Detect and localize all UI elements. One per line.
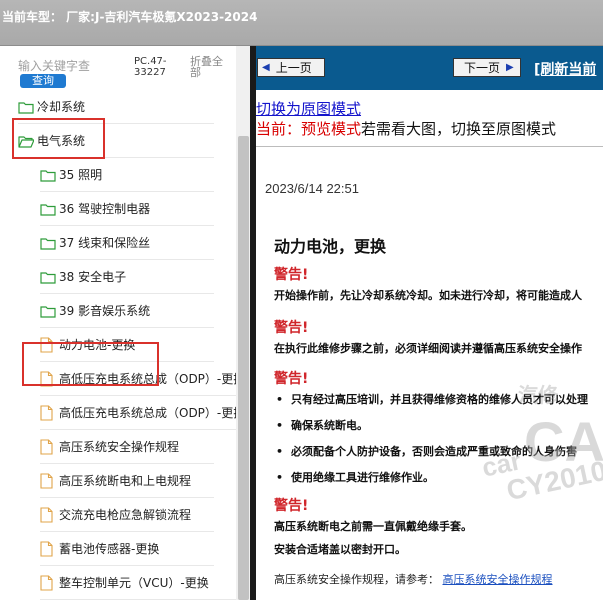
mode-prefix: 当前：	[256, 120, 302, 138]
collapse-all-button[interactable]: 折叠全部	[190, 56, 230, 78]
warning-bullet: 只有经过高压培训，并且获得维修资格的维修人员才可以处理	[276, 391, 588, 407]
warning-text-gloves: 高压系统断电之前需一直佩戴绝缘手套。	[274, 520, 472, 533]
warning-heading: 警告!	[274, 371, 309, 387]
tree-item-label: 高压系统安全操作规程	[59, 440, 180, 454]
query-button[interactable]: 查询	[20, 74, 66, 88]
warning-heading: 警告!	[274, 320, 309, 336]
folder-icon	[40, 237, 56, 250]
tree-item-label: 36 驾驶控制电器	[59, 202, 151, 216]
tree-item-odp-2[interactable]: 高低压充电系统总成（ODP）-更换	[40, 396, 236, 430]
watermark-text: CY2010	[503, 454, 603, 507]
tree-item-label: 高低压充电系统总成（ODP）-更换	[59, 406, 236, 420]
tree-item-label: 39 影音娱乐系统	[59, 304, 151, 318]
folder-icon	[40, 203, 56, 216]
tree-item-label: 蓄电池传感器-更换	[59, 542, 160, 556]
refresh-current-link[interactable]: [刷新当前	[534, 59, 596, 79]
tree-item-electrical[interactable]: 电气系统	[18, 124, 214, 158]
folder-icon	[18, 101, 34, 114]
tree-item-hv-safety[interactable]: 高压系统安全操作规程	[40, 430, 214, 464]
warning-bullet: 确保系统断电。	[276, 417, 368, 433]
switch-original-mode-link[interactable]: 切换为原图模式	[256, 98, 361, 119]
warning-text-caps: 安装合适堵盖以密封开口。	[274, 543, 406, 556]
prev-page-button[interactable]: ◀ 上一页	[257, 58, 325, 77]
arrow-left-icon: ◀	[262, 62, 270, 73]
tree-item-lighting[interactable]: 35 照明	[40, 158, 214, 192]
warning-heading: 警告!	[274, 498, 309, 514]
sidebar: 查询 PC.47-33227 折叠全部 冷却系统 电气系统 35 照明 36 驾…	[0, 46, 250, 600]
mode-status: 当前：预览模式若需看大图，切换至原图模式	[256, 118, 556, 139]
warning-bullet: 使用绝缘工具进行维修作业。	[276, 469, 434, 485]
folder-icon	[40, 169, 56, 182]
directory-tree: 冷却系统 电气系统 35 照明 36 驾驶控制电器 37 线束和保险丝 38 安…	[0, 94, 236, 600]
tree-item-driving-controls[interactable]: 36 驾驶控制电器	[40, 192, 214, 226]
warning-text-hv-procedure: 在执行此维修步骤之前，必须详细阅读并遵循高压系统安全操作	[274, 342, 582, 355]
tree-item-label: 38 安全电子	[59, 270, 127, 284]
tree-item-label: 动力电池-更换	[59, 338, 136, 352]
document-icon	[40, 472, 53, 489]
watermark-text: CA	[524, 410, 603, 473]
tree-item-odp-1[interactable]: 高低压充电系统总成（ODP）-更换	[40, 362, 236, 396]
open-folder-icon	[18, 135, 34, 148]
tree-item-label: 37 线束和保险丝	[59, 236, 151, 250]
current-model-title: 当前车型： 厂家:J-吉利汽车极氪X2023-2024	[2, 10, 258, 24]
hv-safety-procedure-link[interactable]: 高压系统安全操作规程	[443, 573, 553, 586]
tree-item-label: 35 照明	[59, 168, 103, 182]
warning-bullet: 必须配备个人防护设备，否则会造成严重或致命的人身伤害	[276, 443, 577, 459]
reference-prefix: 高压系统安全操作规程，请参考：	[274, 573, 439, 586]
document-title: 动力电池，更换	[274, 237, 387, 256]
sidebar-scrollbar-thumb[interactable]	[238, 136, 249, 600]
page-navigation-bar: ◀ 上一页 下一页 ▶ [刷新当前	[256, 46, 603, 90]
tree-item-hv-power-cycle[interactable]: 高压系统断电和上电规程	[40, 464, 214, 498]
tree-item-infotainment[interactable]: 39 影音娱乐系统	[40, 294, 214, 328]
tree-item-vcu-replace[interactable]: 整车控制单元（VCU）-更换	[40, 566, 236, 600]
document-icon	[40, 370, 53, 387]
folder-icon	[40, 305, 56, 318]
warning-text-cooling: 开始操作前，先让冷却系统冷却。如未进行冷却，将可能造成人	[274, 289, 582, 302]
search-area: 查询 PC.47-33227 折叠全部	[0, 46, 250, 94]
model-code: PC.47-33227	[134, 56, 167, 78]
search-input[interactable]	[18, 58, 114, 74]
tree-item-safety-electronics[interactable]: 38 安全电子	[40, 260, 214, 294]
document-icon	[40, 438, 53, 455]
tree-item-label: 冷却系统	[37, 100, 86, 114]
document-icon	[40, 404, 53, 421]
document-icon	[40, 506, 53, 523]
tree-item-battery-sensor[interactable]: 蓄电池传感器-更换	[40, 532, 214, 566]
document-date: 2023/6/14 22:51	[265, 181, 359, 196]
content-pane: ◀ 上一页 下一页 ▶ [刷新当前 切换为原图模式 当前：预览模式若需看大图，切…	[256, 46, 603, 600]
warning-heading: 警告!	[274, 267, 309, 283]
mode-name: 预览模式	[301, 120, 362, 138]
reference-line: 高压系统安全操作规程，请参考： 高压系统安全操作规程	[274, 571, 553, 587]
document-preview: 2023/6/14 22:51 动力电池，更换 警告! 开始操作前，先让冷却系统…	[256, 147, 603, 600]
folder-icon	[40, 271, 56, 284]
tree-item-label: 交流充电枪应急解锁流程	[59, 508, 192, 522]
tree-item-label: 整车控制单元（VCU）-更换	[59, 576, 209, 590]
arrow-right-icon: ▶	[506, 62, 514, 73]
tree-item-label: 高低压充电系统总成（ODP）-更换	[59, 372, 236, 386]
tree-item-cooling[interactable]: 冷却系统	[18, 94, 214, 124]
tree-item-label: 高压系统断电和上电规程	[59, 474, 192, 488]
document-icon	[40, 540, 53, 557]
next-page-button[interactable]: 下一页 ▶	[453, 58, 521, 77]
mode-hint: 若需看大图，切换至原图模式	[361, 120, 557, 138]
title-bar: 当前车型： 厂家:J-吉利汽车极氪X2023-2024	[0, 0, 603, 46]
tree-item-battery-replace[interactable]: 动力电池-更换	[40, 328, 214, 362]
tree-item-harness-fuses[interactable]: 37 线束和保险丝	[40, 226, 214, 260]
tree-item-ac-unlock[interactable]: 交流充电枪应急解锁流程	[40, 498, 214, 532]
document-icon	[40, 574, 53, 591]
tree-item-label: 电气系统	[37, 134, 86, 148]
document-icon	[40, 336, 53, 353]
